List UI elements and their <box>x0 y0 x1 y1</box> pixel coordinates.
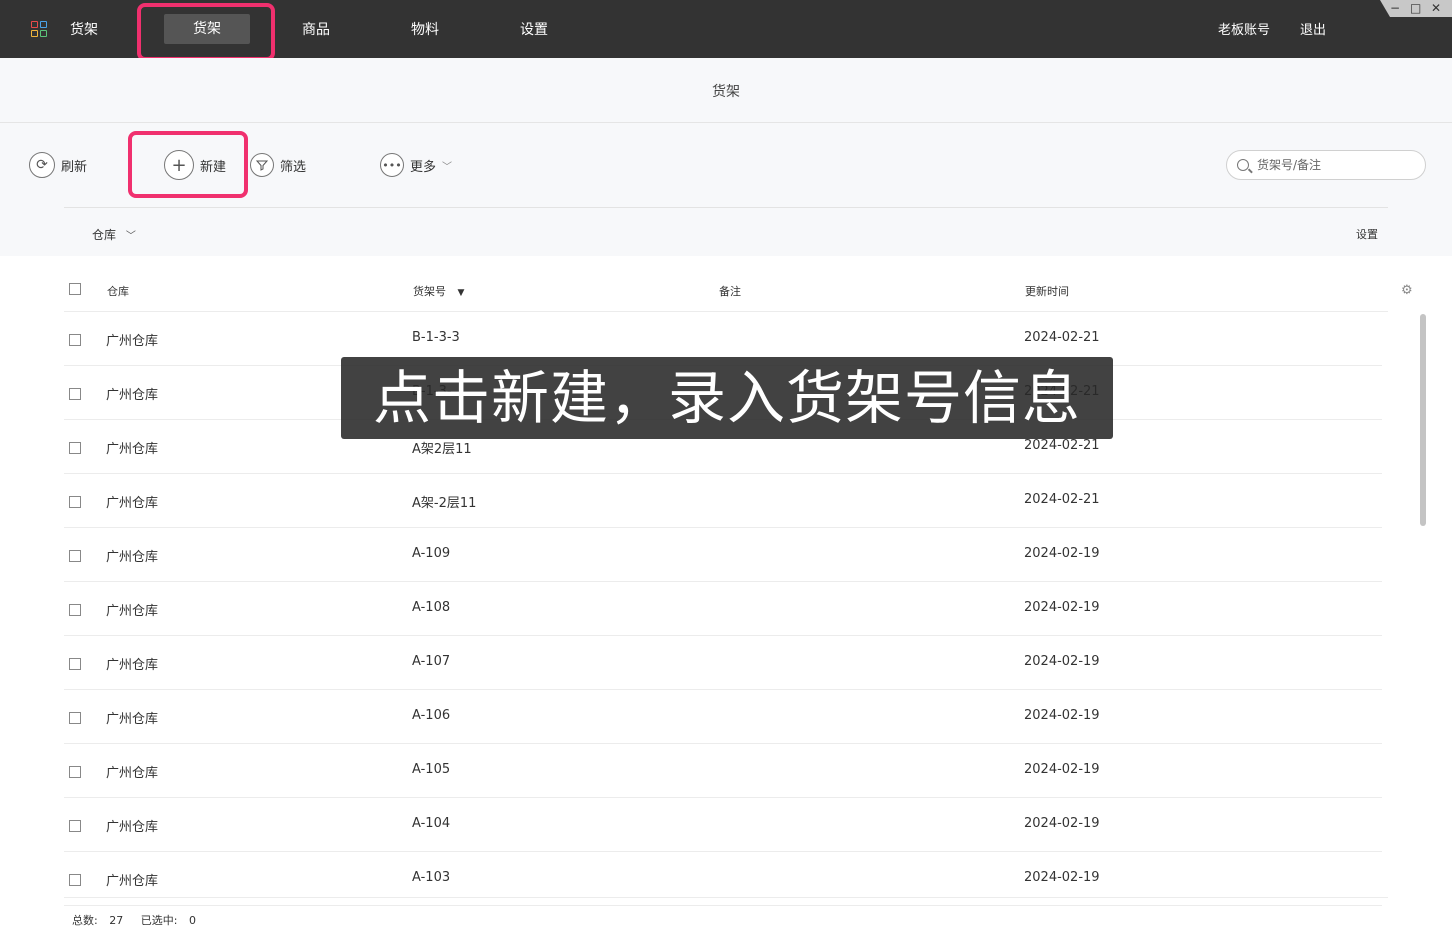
table-footer: 总数: 27 已选中: 0 <box>72 912 204 928</box>
column-header-shelf-no-label: 货架号 <box>413 285 446 298</box>
row-checkbox[interactable] <box>69 604 81 616</box>
row-checkbox[interactable] <box>69 496 81 508</box>
cell-shelf-no: A-104 <box>412 816 451 831</box>
chevron-down-icon: ﹀ <box>442 161 453 173</box>
table-row[interactable]: 广州仓库 A-105 2024-02-19 <box>64 744 1382 798</box>
nav-tab-settings[interactable]: 设置 <box>520 19 548 39</box>
cell-warehouse: 广州仓库 <box>106 712 159 727</box>
gear-icon[interactable]: ⚙ <box>1401 283 1413 298</box>
cell-shelf-no: A-103 <box>412 870 451 885</box>
cell-warehouse: 广州仓库 <box>106 874 159 889</box>
highlight-shelf-tab <box>137 3 275 61</box>
search-icon <box>1237 159 1249 171</box>
cell-updated: 2024-02-19 <box>1024 870 1100 885</box>
nav-tab-materials[interactable]: 物料 <box>411 19 439 39</box>
cell-updated: 2024-02-21 <box>1024 492 1100 507</box>
cell-updated: 2024-02-19 <box>1024 654 1100 669</box>
sort-desc-icon: ▼ <box>457 288 465 298</box>
row-checkbox[interactable] <box>69 766 81 778</box>
row-checkbox[interactable] <box>69 820 81 832</box>
cell-updated: 2024-02-19 <box>1024 816 1100 831</box>
total-count: 27 <box>109 914 124 927</box>
close-button[interactable]: ✕ <box>1431 1 1441 15</box>
cell-updated: 2024-02-21 <box>1024 330 1100 345</box>
table-row[interactable]: 广州仓库 A-108 2024-02-19 <box>64 582 1382 636</box>
row-checkbox[interactable] <box>69 658 81 670</box>
table-row[interactable]: 广州仓库 A架-2层11 2024-02-21 <box>64 474 1382 528</box>
cell-updated: 2024-02-19 <box>1024 546 1100 561</box>
row-checkbox[interactable] <box>69 874 81 886</box>
row-checkbox[interactable] <box>69 388 81 400</box>
cell-warehouse: 广州仓库 <box>106 820 159 835</box>
more-label: 更多 <box>410 159 437 175</box>
column-header-remark[interactable]: 备注 <box>719 283 741 299</box>
table-row[interactable]: 广州仓库 A-106 2024-02-19 <box>64 690 1382 744</box>
refresh-button[interactable]: ⟳ 刷新 <box>29 152 87 178</box>
cell-shelf-no: A-105 <box>412 762 451 777</box>
refresh-label: 刷新 <box>61 159 88 175</box>
selected-count: 0 <box>188 914 196 927</box>
settings-link[interactable]: 设置 <box>1356 226 1378 242</box>
cell-updated: 2024-02-19 <box>1024 708 1100 723</box>
page-title: 货架 <box>712 84 740 100</box>
cell-warehouse: 广州仓库 <box>106 388 159 403</box>
row-checkbox[interactable] <box>69 334 81 346</box>
window-controls: − □ ✕ <box>1380 0 1452 17</box>
cell-updated: 2024-02-19 <box>1024 600 1100 615</box>
cell-updated: 2024-02-19 <box>1024 762 1100 777</box>
cell-warehouse: 广州仓库 <box>106 334 159 349</box>
page-header: 货架 <box>0 58 1452 123</box>
account-menu[interactable]: 老板账号 <box>1218 19 1270 38</box>
highlight-new-button <box>128 131 248 198</box>
warehouse-filter-label: 仓库 <box>92 228 117 242</box>
cell-warehouse: 广州仓库 <box>106 766 159 781</box>
cell-updated: 2024-02-21 <box>1024 438 1100 453</box>
footer-divider <box>64 897 1388 898</box>
table-row[interactable]: 广州仓库 A-107 2024-02-19 <box>64 636 1382 690</box>
total-label: 总数: <box>72 914 98 927</box>
search-box[interactable] <box>1226 150 1426 180</box>
cell-shelf-no: A-108 <box>412 600 451 615</box>
cell-warehouse: 广州仓库 <box>106 604 159 619</box>
cell-warehouse: 广州仓库 <box>106 496 159 511</box>
more-button[interactable]: ••• 更多 ﹀ <box>380 152 452 178</box>
selected-label: 已选中: <box>140 914 178 927</box>
cell-shelf-no: A-107 <box>412 654 451 669</box>
select-all-checkbox[interactable] <box>69 283 81 295</box>
cell-warehouse: 广州仓库 <box>106 658 159 673</box>
column-header-updated[interactable]: 更新时间 <box>1025 283 1069 299</box>
column-header-warehouse[interactable]: 仓库 <box>107 283 129 299</box>
cell-shelf-no: A-109 <box>412 546 451 561</box>
table-row[interactable]: 广州仓库 A-104 2024-02-19 <box>64 798 1382 852</box>
filter-button[interactable]: 筛选 <box>250 152 306 178</box>
nav-tab-goods[interactable]: 商品 <box>302 19 330 39</box>
cell-shelf-no: A-106 <box>412 708 451 723</box>
app-title: 货架 <box>70 22 98 38</box>
divider <box>64 207 1388 208</box>
row-checkbox[interactable] <box>69 712 81 724</box>
cell-warehouse: 广州仓库 <box>106 550 159 565</box>
chevron-down-icon: ﹀ <box>125 231 136 242</box>
row-checkbox[interactable] <box>69 550 81 562</box>
app-grid-logo-icon <box>31 21 48 38</box>
search-input[interactable] <box>1257 151 1417 179</box>
cell-warehouse: 广州仓库 <box>106 442 159 457</box>
warehouse-filter-dropdown[interactable]: 仓库 ﹀ <box>92 226 136 243</box>
logout-button[interactable]: 退出 <box>1300 19 1326 38</box>
tutorial-caption: 点击新建，录入货架号信息 <box>341 357 1113 439</box>
funnel-icon <box>250 153 274 177</box>
column-header-shelf-no[interactable]: 货架号 ▼ <box>413 283 464 299</box>
maximize-button[interactable]: □ <box>1410 1 1421 15</box>
ellipsis-icon: ••• <box>380 153 404 177</box>
table-row[interactable]: 广州仓库 A-109 2024-02-19 <box>64 528 1382 582</box>
cell-shelf-no: A架2层11 <box>412 442 472 457</box>
cell-shelf-no: A架-2层11 <box>412 496 477 511</box>
minimize-button[interactable]: − <box>1390 1 1400 15</box>
cell-shelf-no: B-1-3-3 <box>412 330 460 345</box>
scrollbar[interactable] <box>1420 314 1426 526</box>
filter-label: 筛选 <box>280 159 307 175</box>
row-checkbox[interactable] <box>69 442 81 454</box>
refresh-icon: ⟳ <box>29 152 55 178</box>
